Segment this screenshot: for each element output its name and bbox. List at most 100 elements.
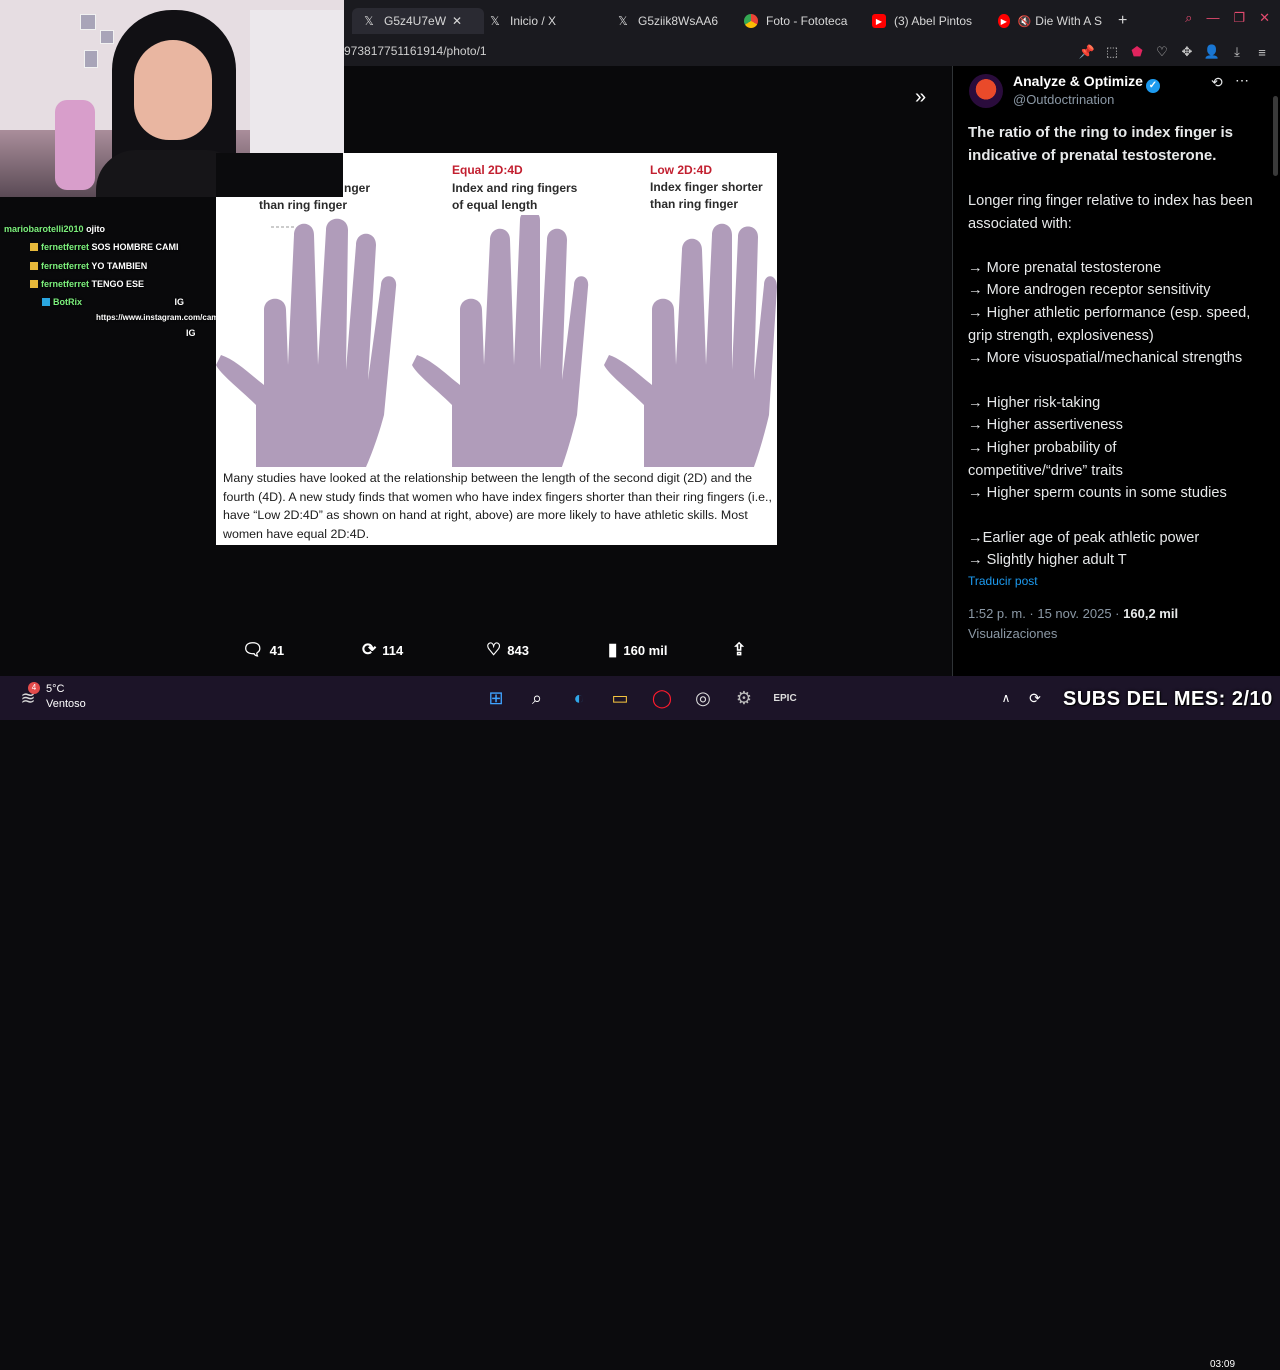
tab-label: Die With A S <box>1035 14 1102 28</box>
tab-2[interactable]: 𝕏 Inicio / X <box>488 8 598 34</box>
tab-4[interactable]: Foto - Fototeca <box>744 8 854 34</box>
share-button[interactable]: ⇪ <box>732 640 752 660</box>
chat-message: fernetferret SOS HOMBRE CAMI <box>30 242 179 252</box>
epic-games-icon[interactable]: EPIC <box>773 686 797 710</box>
url-text[interactable]: 973817751161914/photo/1 <box>344 44 487 58</box>
shield-icon[interactable]: ⬟ <box>1129 44 1145 60</box>
x-logo-icon: 𝕏 <box>364 14 374 28</box>
mid-hand-title: Equal 2D:4D <box>452 163 523 177</box>
post-point: → More visuospatial/mechanical strengths <box>968 350 1243 366</box>
tab-label: Foto - Fototeca <box>766 14 848 28</box>
mid-hand-label-2: of equal length <box>452 198 538 212</box>
weather-widget[interactable]: 5°C Ventoso <box>46 682 86 712</box>
close-icon[interactable]: ✕ <box>452 14 462 28</box>
browser-tab-bar: 𝕏 G5z4U7eW ✕ 𝕏 Inicio / X 𝕏 G5ziik8WsAA6… <box>344 0 1280 40</box>
right-hand-label-1: Index finger shorter <box>650 180 763 194</box>
webcam-person-face <box>134 40 212 140</box>
post-panel: Analyze & Optimize ✓ @Outdoctrination ⟲ ⋯… <box>952 66 1280 676</box>
wall-picture <box>100 30 114 44</box>
search-icon[interactable]: ⌕ <box>525 686 549 710</box>
notification-badge: 4 <box>28 682 40 694</box>
chat-message: IG <box>186 328 196 338</box>
wall-picture <box>84 50 98 68</box>
heart-icon: ♡ <box>486 640 502 659</box>
mid-hand-label-1: Index and ring fingers <box>452 181 578 195</box>
extensions-icon[interactable]: ✥ <box>1179 44 1195 60</box>
close-window-icon[interactable]: ✕ <box>1259 10 1270 26</box>
download-icon[interactable]: ⤓ <box>1229 44 1245 60</box>
views-chart-icon: ▮ <box>608 640 618 659</box>
mute-icon[interactable]: 🔇 <box>1018 15 1032 28</box>
translate-link[interactable]: Traducir post <box>968 574 1038 588</box>
heart-icon[interactable]: ♡ <box>1154 44 1170 60</box>
tab-1[interactable]: 𝕏 G5z4U7eW ✕ <box>352 8 484 34</box>
like-button[interactable]: ♡ 843 <box>486 640 529 660</box>
maximize-icon[interactable]: ❐ <box>1233 10 1245 26</box>
post-point: → Slightly higher adult T <box>968 552 1127 568</box>
webcam-cut-corner <box>216 153 343 197</box>
post-point: → Higher athletic performance (esp. spee… <box>968 305 1251 344</box>
tab-3[interactable]: 𝕏 G5ziik8WsAA6 <box>616 8 720 34</box>
repost-icon: ⟳ <box>362 640 377 659</box>
chat-message: BotRix IG <box>42 297 184 307</box>
sub-badge-icon <box>30 243 38 251</box>
tab-5[interactable]: ▶ (3) Abel Pintos <box>872 8 982 34</box>
windows-start-icon[interactable]: ⊞ <box>484 686 508 710</box>
opera-icon[interactable]: ◯ <box>650 686 674 710</box>
sync-icon[interactable]: ⟳ <box>1023 686 1047 710</box>
author-name[interactable]: Analyze & Optimize ✓ <box>1013 73 1160 93</box>
new-tab-button[interactable]: + <box>1118 8 1134 34</box>
share-icon: ⇪ <box>732 640 747 659</box>
more-options-icon[interactable]: ⋯ <box>1235 72 1249 89</box>
bot-badge-icon <box>42 298 50 306</box>
tray-chevron-icon[interactable]: ∧ <box>994 686 1018 710</box>
tab-label: G5ziik8WsAA6 <box>638 14 719 28</box>
tab-label: G5z4U7eW <box>384 14 447 28</box>
subs-counter-overlay: SUBS DEL MES: 2/10 <box>1063 688 1273 710</box>
screenshot-icon[interactable]: ⬚ <box>1104 44 1120 60</box>
avatar[interactable] <box>969 74 1003 108</box>
left-hand-label-1: nger <box>344 181 371 195</box>
expand-panel-icon[interactable]: » <box>915 86 926 109</box>
file-explorer-icon[interactable]: ▭ <box>608 686 632 710</box>
verified-badge-icon: ✓ <box>1145 79 1160 93</box>
post-point: → More androgen receptor sensitivity <box>968 282 1211 298</box>
finger-ratio-image[interactable]: nger than ring finger Equal 2D:4D Index … <box>216 153 777 545</box>
author-handle[interactable]: @Outdoctrination <box>1013 92 1114 107</box>
pin-icon[interactable]: 📌 <box>1079 44 1095 60</box>
reply-icon: 🗨 <box>242 640 264 659</box>
minimize-icon[interactable]: — <box>1206 10 1219 26</box>
scrollbar[interactable] <box>1273 96 1278 176</box>
webcam-chair <box>55 100 95 190</box>
tab-label: Inicio / X <box>510 14 557 28</box>
views-button[interactable]: ▮ 160 mil <box>608 640 667 660</box>
chrome-logo-icon <box>744 14 758 28</box>
reply-button[interactable]: 🗨 41 <box>242 640 284 660</box>
profile-icon[interactable]: 👤 <box>1204 44 1220 60</box>
chat-message: fernetferret YO TAMBIEN <box>30 261 147 271</box>
right-hand-illustration <box>604 223 777 467</box>
x-logo-icon: 𝕏 <box>618 14 628 28</box>
search-icon[interactable]: ⌕ <box>1185 10 1192 26</box>
menu-icon[interactable]: ≡ <box>1254 44 1270 60</box>
post-point: → Higher risk-taking <box>968 395 1101 411</box>
post-point: → Higher sperm counts in some studies <box>968 485 1227 501</box>
tab-6[interactable]: ▶ 🔇 Die With A S <box>998 8 1102 34</box>
post-headline: The ratio of the ring to index finger is… <box>968 124 1234 164</box>
tab-label: (3) Abel Pintos <box>894 14 973 28</box>
grok-icon[interactable]: ⟲ <box>1211 74 1223 91</box>
clock[interactable]: 03:09 <box>1210 1359 1235 1370</box>
settings-icon[interactable]: ⚙ <box>732 686 756 710</box>
post-timestamp[interactable]: 1:52 p. m. · 15 nov. 2025 · 160,2 mil <box>968 606 1178 621</box>
app-icon[interactable]: ◎ <box>691 686 715 710</box>
wall-picture <box>80 14 96 30</box>
left-hand-label-2: than ring finger <box>259 198 347 212</box>
post-intro: Longer ring finger relative to index has… <box>968 193 1253 232</box>
youtube-icon: ▶ <box>998 14 1010 28</box>
post-point: →Earlier age of peak athletic power <box>968 530 1200 546</box>
sub-badge-icon <box>30 262 38 270</box>
address-bar: 973817751161914/photo/1 📌 ⬚ ⬟ ♡ ✥ 👤 ⤓ ≡ <box>344 40 1280 66</box>
repost-button[interactable]: ⟳ 114 <box>362 640 403 660</box>
toolbar-icons: 📌 ⬚ ⬟ ♡ ✥ 👤 ⤓ ≡ <box>1079 44 1270 60</box>
edge-icon[interactable]: ◐ <box>567 686 591 710</box>
